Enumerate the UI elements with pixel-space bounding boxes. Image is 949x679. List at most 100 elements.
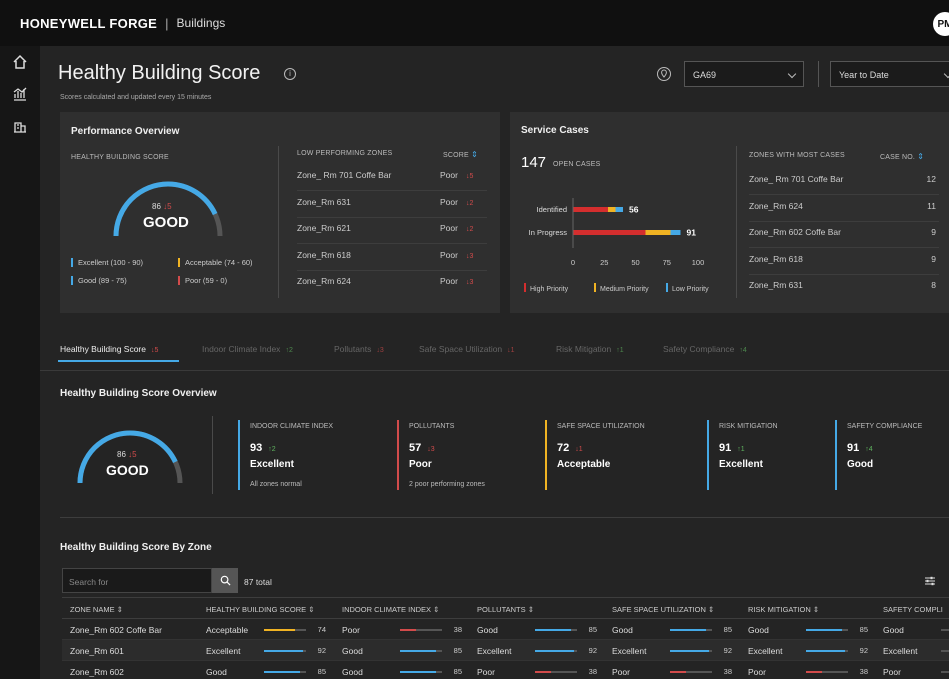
tab-0[interactable]: Healthy Building Score ↓5 <box>60 344 158 354</box>
kpi-4[interactable]: SAFETY COMPLIANCE 91 ↑4 Good <box>835 420 945 492</box>
card-title: Service Cases <box>521 125 589 136</box>
kpi-2[interactable]: SAFE SPACE UTILIZATION 72 ↓1 Acceptable <box>545 420 699 492</box>
kpi-color-bar <box>835 420 837 490</box>
score-bar <box>400 671 442 673</box>
zone-name[interactable]: Zone_ Rm 701 Coffe Bar <box>297 170 391 180</box>
tab-4[interactable]: Risk Mitigation ↑1 <box>556 344 624 354</box>
legend-good: Good (89 - 75) <box>71 276 127 285</box>
sort-icon: ⇕ <box>114 605 123 614</box>
zone-name[interactable]: Zone_Rm 621 <box>297 223 351 233</box>
cell-status: Poor <box>883 667 901 677</box>
case-count: 9 <box>931 253 936 264</box>
tabs-divider <box>40 370 949 371</box>
kpi-value: 57 ↓3 <box>409 442 435 454</box>
kpi-title: INDOOR CLIMATE INDEX <box>250 423 334 430</box>
search-icon <box>220 575 231 586</box>
chevron-down-icon <box>787 69 797 79</box>
case-sort-header[interactable]: CASE NO. ⇕ <box>880 152 924 161</box>
score-bar-fill <box>670 671 686 673</box>
cell-status: Excellent <box>883 646 918 656</box>
gauge-value: 86 ↓5 <box>152 202 172 211</box>
cell-status: Good <box>342 667 363 677</box>
zone-name[interactable]: Zone_Rm 631 <box>297 197 351 207</box>
period-select-value: Year to Date <box>839 70 889 80</box>
score-bar-fill <box>264 629 296 631</box>
tab-5[interactable]: Safety Compliance ↑4 <box>663 344 747 354</box>
score-bar <box>806 650 848 652</box>
cell-value: 92 <box>859 646 868 655</box>
cell-status: Poor <box>342 625 360 635</box>
tab-3[interactable]: Safe Space Utilization ↓1 <box>419 344 515 354</box>
tab-delta: ↓3 <box>376 347 384 354</box>
score-bar <box>535 629 577 631</box>
column-header[interactable]: SAFETY COMPLI <box>883 605 943 614</box>
legend-poor: Poor (59 - 0) <box>178 276 227 285</box>
zone-name[interactable]: Zone_Rm 618 <box>749 254 803 264</box>
home-icon[interactable] <box>12 54 28 70</box>
info-icon[interactable]: i <box>284 68 296 80</box>
score-bar <box>535 650 577 652</box>
zone-name[interactable]: Zone_Rm 624 <box>297 276 351 286</box>
brand-separator: | <box>165 15 169 31</box>
site-select-value: GA69 <box>693 70 717 80</box>
column-header[interactable]: HEALTHY BUILDING SCORE ⇕ <box>206 605 315 614</box>
x-tick-label: 0 <box>571 258 575 267</box>
active-tab-indicator <box>58 360 179 362</box>
column-header[interactable]: RISK MITIGATION ⇕ <box>748 605 819 614</box>
search-input[interactable]: Search for <box>62 568 212 593</box>
cell-value: 85 <box>859 625 868 634</box>
table-row[interactable]: Zone_Rm 602 Good 85 Good 85 Poor 38 Poor 38 Poor 3… <box>62 661 949 679</box>
site-select[interactable]: GA69 <box>684 61 804 87</box>
zone-name[interactable]: Zone_Rm 618 <box>297 250 351 260</box>
score-bar <box>806 671 848 673</box>
kpi-note: All zones normal <box>250 481 302 488</box>
kpi-0[interactable]: INDOOR CLIMATE INDEX 93 ↑2 Excellent All zon… <box>238 420 389 492</box>
cell-status: Good <box>748 625 769 635</box>
cell-status: Good <box>477 625 498 635</box>
case-count: 11 <box>927 200 936 211</box>
kpi-status: Excellent <box>719 459 763 470</box>
bar-total: 91 <box>687 228 697 238</box>
product-name[interactable]: Buildings <box>177 16 226 30</box>
cell-status: Excellent <box>477 646 512 656</box>
kpi-status: Excellent <box>250 459 294 470</box>
tab-2[interactable]: Pollutants ↓3 <box>334 344 384 354</box>
x-tick-label: 50 <box>631 258 639 267</box>
score-bar-fill <box>806 671 822 673</box>
zone-name[interactable]: Zone_Rm 602 Coffe Bar <box>749 227 841 237</box>
user-avatar[interactable]: PM <box>933 12 949 36</box>
cell-status: Excellent <box>612 646 647 656</box>
period-select[interactable]: Year to Date <box>830 61 949 87</box>
zone-name[interactable]: Zone_Rm 631 <box>749 280 803 290</box>
column-header[interactable]: INDOOR CLIMATE INDEX ⇕ <box>342 605 439 614</box>
score-bar-fill <box>670 629 706 631</box>
score-bar-fill <box>264 671 300 673</box>
analytics-icon[interactable] <box>12 86 28 102</box>
score-bar-fill <box>806 629 842 631</box>
table-row[interactable]: Zone_Rm 602 Coffe Bar Acceptable 74 Poor 38 G… <box>62 619 949 640</box>
building-icon[interactable] <box>12 118 28 134</box>
kpi-3[interactable]: RISK MITIGATION 91 ↑1 Excellent <box>707 420 827 492</box>
zone-name[interactable]: Zone_ Rm 701 Coffe Bar <box>749 174 843 184</box>
column-header[interactable]: SAFE SPACE UTILIZATION ⇕ <box>612 605 714 614</box>
zone-name[interactable]: Zone_Rm 624 <box>749 201 803 211</box>
kpi-status: Acceptable <box>557 459 611 470</box>
score-bar-fill <box>264 650 303 652</box>
legend-acceptable: Acceptable (74 - 60) <box>178 258 253 267</box>
cell-status: Excellent <box>206 646 241 656</box>
search-button[interactable] <box>212 568 238 593</box>
legend-excellent: Excellent (100 - 90) <box>71 258 143 267</box>
score-bar-fill <box>400 671 436 673</box>
filter-settings-icon[interactable] <box>924 575 936 587</box>
score-sort-header[interactable]: SCORE ⇕ <box>443 150 478 159</box>
column-header[interactable]: ZONE NAME ⇕ <box>70 605 123 614</box>
cell-value: 38 <box>859 667 868 676</box>
column-header[interactable]: POLLUTANTS ⇕ <box>477 605 534 614</box>
zone-score: Poor ↓5 <box>440 170 474 180</box>
cell-status: Poor <box>748 667 766 677</box>
score-bar-fill <box>535 650 574 652</box>
kpi-1[interactable]: POLLUTANTS 57 ↓3 Poor 2 poor performing zone… <box>397 420 537 492</box>
table-row[interactable]: Zone_Rm 601 Excellent 92 Good 85 Excellent 92 E… <box>62 640 949 661</box>
tab-1[interactable]: Indoor Climate Index ↑2 <box>202 344 293 354</box>
score-delta: ↓2 <box>465 226 474 233</box>
